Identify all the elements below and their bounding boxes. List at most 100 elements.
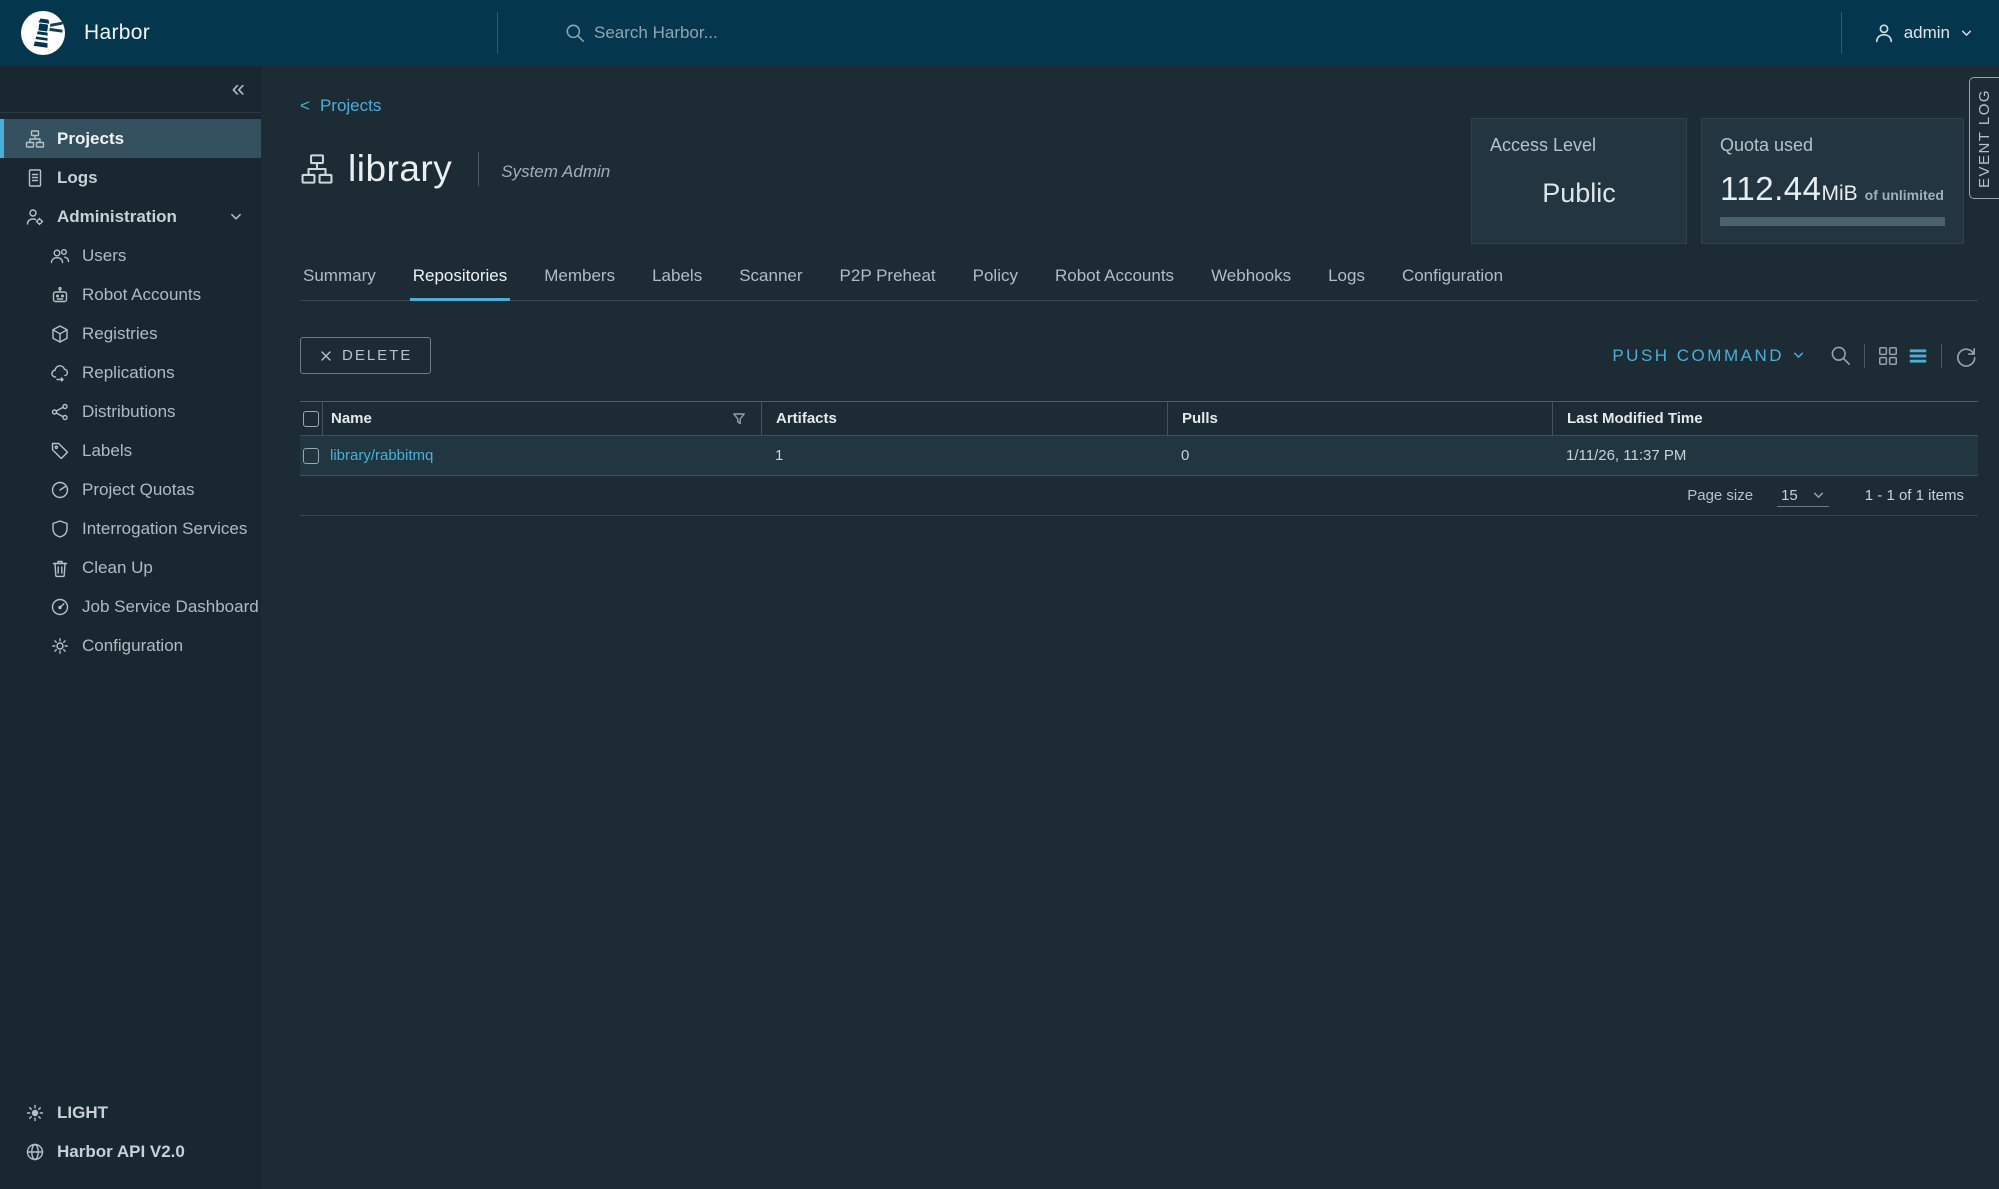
sidebar-item-project-quotas[interactable]: Project Quotas — [0, 470, 261, 509]
cell-pulls: 0 — [1167, 447, 1552, 464]
theme-toggle-light[interactable]: LIGHT — [0, 1093, 261, 1132]
project-role: System Admin — [501, 156, 610, 182]
chevron-down-icon — [229, 210, 243, 224]
tab-webhooks[interactable]: Webhooks — [1208, 266, 1294, 301]
project-icon — [300, 152, 334, 186]
project-tabs: Summary Repositories Members Labels Scan… — [300, 266, 1978, 301]
list-view-icon[interactable] — [1907, 345, 1929, 367]
card-view-icon[interactable] — [1877, 345, 1899, 367]
sidebar-item-interrogation-services[interactable]: Interrogation Services — [0, 509, 261, 548]
filter-search-icon[interactable] — [1829, 344, 1852, 367]
sidebar-item-job-service-dashboard[interactable]: Job Service Dashboard — [0, 587, 261, 626]
search-icon — [564, 22, 586, 44]
tab-logs[interactable]: Logs — [1325, 266, 1368, 301]
logs-icon — [25, 168, 45, 188]
sidebar-item-users[interactable]: Users — [0, 236, 261, 275]
sidebar-item-administration[interactable]: Administration — [0, 197, 261, 236]
sidebar-item-label: Labels — [82, 441, 132, 461]
sidebar-item-robot-accounts[interactable]: Robot Accounts — [0, 275, 261, 314]
tab-configuration[interactable]: Configuration — [1399, 266, 1506, 301]
api-label: Harbor API V2.0 — [57, 1142, 185, 1162]
sidebar-item-label: Clean Up — [82, 558, 153, 578]
sidebar-item-label: Users — [82, 246, 126, 266]
access-level-card: Access Level Public — [1471, 118, 1687, 244]
tab-p2p-preheat[interactable]: P2P Preheat — [837, 266, 939, 301]
sidebar-collapse-row: « — [0, 66, 261, 113]
sidebar-item-label: Configuration — [82, 636, 183, 656]
sidebar-item-label: Distributions — [82, 402, 176, 422]
delete-button[interactable]: DELETE — [300, 337, 431, 374]
table-footer: Page size 15 1 - 1 of 1 items — [300, 476, 1978, 516]
toolbar-divider — [1941, 344, 1942, 368]
row-checkbox[interactable] — [303, 448, 319, 464]
column-artifacts: Artifacts — [761, 402, 1167, 435]
quota-limit: of unlimited — [1865, 187, 1944, 203]
tab-labels[interactable]: Labels — [649, 266, 705, 301]
globe-icon — [25, 1142, 45, 1162]
tab-summary[interactable]: Summary — [300, 266, 379, 301]
select-all-checkbox[interactable] — [303, 411, 319, 427]
tab-policy[interactable]: Policy — [970, 266, 1021, 301]
sidebar-footer: LIGHT Harbor API V2.0 — [0, 1093, 261, 1189]
tab-robot-accounts[interactable]: Robot Accounts — [1052, 266, 1177, 301]
push-command-label: PUSH COMMAND — [1612, 346, 1784, 366]
dashboard-icon — [50, 597, 70, 617]
access-level-title: Access Level — [1490, 135, 1668, 156]
search-input[interactable] — [594, 23, 1014, 43]
chevron-down-icon — [1812, 489, 1825, 502]
tab-members[interactable]: Members — [541, 266, 618, 301]
sidebar-item-distributions[interactable]: Distributions — [0, 392, 261, 431]
sidebar-item-registries[interactable]: Registries — [0, 314, 261, 353]
cube-icon — [50, 324, 70, 344]
delete-label: DELETE — [342, 347, 412, 364]
table-header: Name Artifacts Pulls Last Modified Time — [300, 402, 1978, 435]
sidebar-item-logs[interactable]: Logs — [0, 158, 261, 197]
sidebar-item-api-docs[interactable]: Harbor API V2.0 — [0, 1132, 261, 1171]
quota-unit: MiB — [1821, 182, 1857, 206]
theme-label: LIGHT — [57, 1103, 108, 1123]
column-last-modified: Last Modified Time — [1552, 402, 1978, 435]
sidebar-item-replications[interactable]: Replications — [0, 353, 261, 392]
sidebar: « Projects Logs Administration — [0, 66, 261, 1189]
sidebar-nav: Projects Logs Administration — [0, 113, 261, 665]
repository-link[interactable]: library/rabbitmq — [330, 447, 433, 464]
user-menu[interactable]: admin — [1841, 12, 1999, 54]
sidebar-item-label: Projects — [57, 129, 124, 149]
refresh-icon[interactable] — [1954, 344, 1978, 368]
global-search — [497, 12, 1841, 54]
tab-repositories[interactable]: Repositories — [410, 266, 511, 301]
main-content: < Projects library System Admin Access L… — [261, 66, 1999, 1189]
gear-icon — [50, 636, 70, 656]
cloud-icon — [50, 363, 70, 383]
sidebar-item-label: Registries — [82, 324, 158, 344]
user-name: admin — [1904, 23, 1950, 43]
sidebar-item-label: Robot Accounts — [82, 285, 201, 305]
event-log-tab[interactable]: EVENT LOG — [1969, 77, 1999, 199]
push-command-dropdown[interactable]: PUSH COMMAND — [1612, 346, 1805, 366]
cell-artifacts: 1 — [761, 447, 1167, 464]
share-icon — [50, 402, 70, 422]
sidebar-item-configuration[interactable]: Configuration — [0, 626, 261, 665]
breadcrumb[interactable]: < Projects — [300, 66, 381, 116]
chevron-down-icon — [1960, 27, 1973, 40]
toolbar-divider — [1864, 344, 1865, 368]
sun-icon — [25, 1103, 45, 1123]
quota-progress-bar — [1720, 217, 1945, 226]
column-filter-icon[interactable] — [732, 412, 746, 426]
user-icon — [1872, 21, 1896, 45]
sidebar-item-clean-up[interactable]: Clean Up — [0, 548, 261, 587]
sidebar-item-label: Job Service Dashboard — [82, 597, 259, 617]
tab-scanner[interactable]: Scanner — [736, 266, 805, 301]
cell-last-modified: 1/11/26, 11:37 PM — [1552, 447, 1978, 464]
sidebar-item-label: Replications — [82, 363, 175, 383]
table-row: library/rabbitmq 1 0 1/11/26, 11:37 PM — [300, 435, 1978, 476]
quota-title: Quota used — [1720, 135, 1945, 156]
projects-icon — [25, 129, 45, 149]
page-title: library — [348, 148, 452, 190]
collapse-sidebar-icon[interactable]: « — [232, 77, 245, 101]
column-name: Name — [331, 410, 372, 427]
page-size-select[interactable]: 15 — [1777, 485, 1829, 507]
brand[interactable]: Harbor — [0, 0, 497, 66]
sidebar-item-projects[interactable]: Projects — [0, 119, 261, 158]
sidebar-item-labels[interactable]: Labels — [0, 431, 261, 470]
